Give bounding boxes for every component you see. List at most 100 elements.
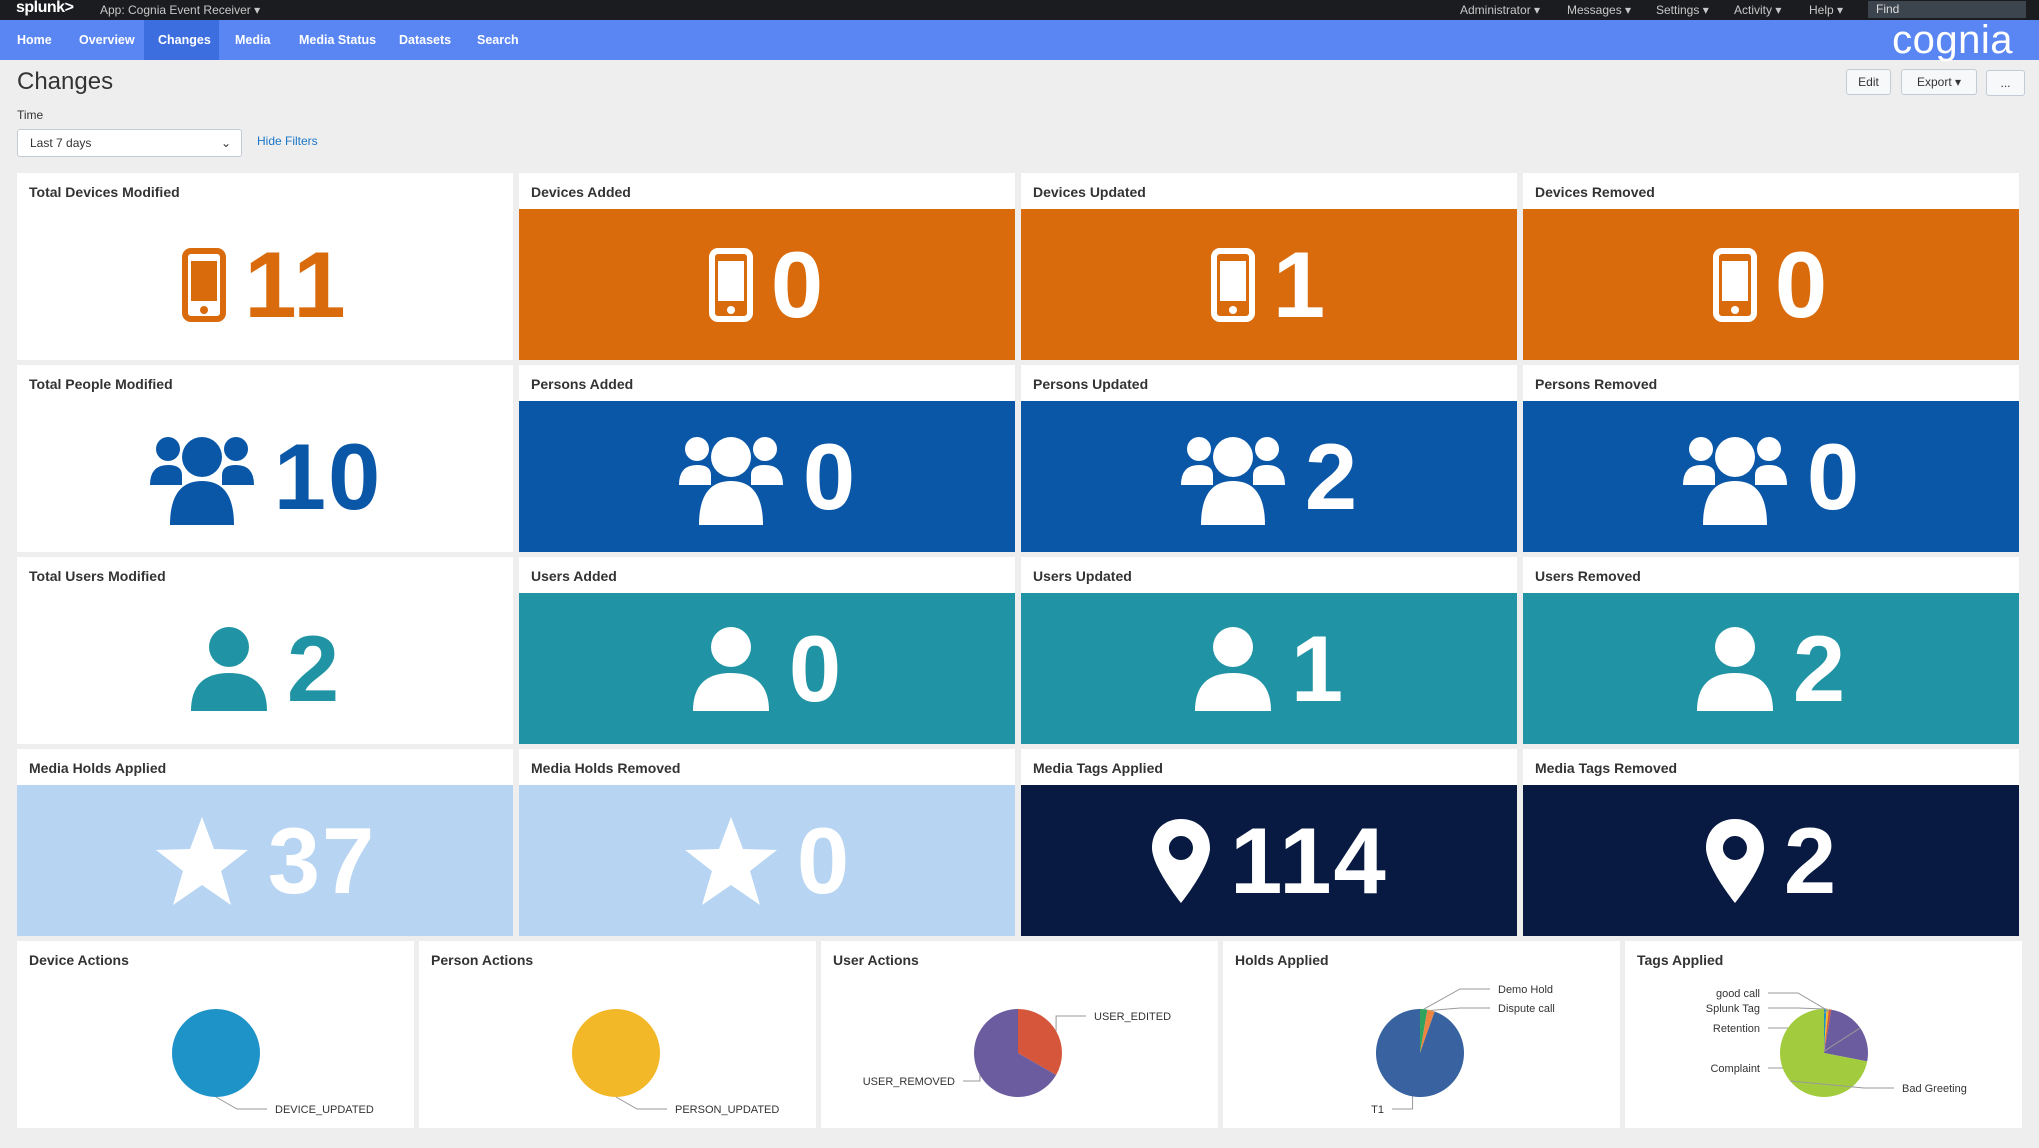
single-value[interactable]: 0 bbox=[519, 209, 1015, 360]
single-value[interactable]: 0 bbox=[1523, 401, 2019, 552]
panel-title: Devices Removed bbox=[1535, 184, 1655, 200]
panel-title: Total Users Modified bbox=[29, 568, 166, 584]
single-value[interactable]: 2 bbox=[17, 593, 513, 744]
single-value-number: 10 bbox=[273, 423, 383, 529]
single-value-number: 114 bbox=[1230, 807, 1388, 913]
single-value-number: 37 bbox=[267, 807, 377, 913]
export-button[interactable]: Export ▾ bbox=[1901, 69, 1977, 95]
single-value[interactable]: 0 bbox=[519, 785, 1015, 936]
group-icon bbox=[677, 427, 785, 527]
pie-label: DEVICE_UPDATED bbox=[275, 1104, 374, 1116]
pie-label: T1 bbox=[1371, 1104, 1384, 1116]
single-value-number: 0 bbox=[770, 231, 826, 337]
activity-menu[interactable]: Activity ▾ bbox=[1734, 3, 1781, 17]
administrator-menu[interactable]: Administrator ▾ bbox=[1460, 3, 1540, 17]
phone-icon bbox=[1210, 247, 1255, 322]
panel-total-devices-modified: Total Devices Modified 11 bbox=[17, 173, 513, 360]
single-value[interactable]: 0 bbox=[519, 593, 1015, 744]
hide-filters-link[interactable]: Hide Filters bbox=[257, 134, 318, 148]
pie-slice-device-updated[interactable] bbox=[172, 1009, 260, 1097]
pie-label: Retention bbox=[1713, 1023, 1760, 1035]
map-pin-icon bbox=[1150, 817, 1212, 905]
single-value[interactable]: 1 bbox=[1021, 593, 1517, 744]
pie-leader-line bbox=[1392, 1096, 1414, 1110]
single-value[interactable]: 0 bbox=[1523, 209, 2019, 360]
panel-total-people-modified: Total People Modified 10 bbox=[17, 365, 513, 552]
app-menu[interactable]: App: Cognia Event Receiver ▾ bbox=[100, 3, 260, 17]
pie-chart[interactable]: USER_EDITED USER_REMOVED bbox=[821, 941, 1218, 1128]
pie-chart[interactable]: good call Splunk Tag Retention Complaint Bad… bbox=[1625, 941, 2022, 1128]
single-value[interactable]: 114 bbox=[1021, 785, 1517, 936]
user-icon bbox=[1193, 625, 1273, 713]
single-value-number: 2 bbox=[286, 615, 342, 721]
pie-label: USER_REMOVED bbox=[863, 1076, 955, 1088]
panel-devices-added: Devices Added 0 bbox=[519, 173, 1015, 360]
nav-overview[interactable]: Overview bbox=[65, 20, 149, 60]
panel-total-users-modified: Total Users Modified 2 bbox=[17, 557, 513, 744]
help-menu[interactable]: Help ▾ bbox=[1809, 3, 1843, 17]
nav-changes[interactable]: Changes bbox=[144, 20, 219, 60]
pie-chart[interactable]: DEVICE_UPDATED bbox=[17, 941, 414, 1128]
panel-persons-added: Persons Added 0 bbox=[519, 365, 1015, 552]
nav-home[interactable]: Home bbox=[3, 20, 66, 60]
single-value-number: 0 bbox=[796, 807, 852, 913]
single-value-number: 1 bbox=[1290, 615, 1346, 721]
panel-title: Devices Added bbox=[531, 184, 631, 200]
panel-title: Media Tags Applied bbox=[1033, 760, 1163, 776]
panel-users-added: Users Added 0 bbox=[519, 557, 1015, 744]
pie-leader-line bbox=[1768, 1007, 1828, 1010]
pie-chart[interactable]: PERSON_UPDATED bbox=[419, 941, 816, 1128]
star-icon bbox=[683, 815, 779, 907]
messages-menu[interactable]: Messages ▾ bbox=[1567, 3, 1631, 17]
panel-media-tags-removed: Media Tags Removed 2 bbox=[1523, 749, 2019, 936]
splunk-logo[interactable]: splunk> bbox=[16, 0, 74, 17]
panel-title: Total People Modified bbox=[29, 376, 173, 392]
single-value-number: 0 bbox=[1806, 423, 1862, 529]
time-range-value: Last 7 days bbox=[30, 136, 92, 150]
single-value[interactable]: 37 bbox=[17, 785, 513, 936]
single-value[interactable]: 0 bbox=[519, 401, 1015, 552]
panel-title: Users Added bbox=[531, 568, 617, 584]
nav-media-status[interactable]: Media Status bbox=[285, 20, 390, 60]
pie-slice-t1[interactable] bbox=[1376, 1009, 1464, 1097]
single-value[interactable]: 2 bbox=[1523, 593, 2019, 744]
nav-search[interactable]: Search bbox=[463, 20, 533, 60]
single-value-number: 0 bbox=[802, 423, 858, 529]
more-actions-button[interactable]: ... bbox=[1986, 70, 2025, 96]
pie-leader-line bbox=[963, 1075, 981, 1082]
splunk-top-bar: splunk> App: Cognia Event Receiver ▾ Adm… bbox=[0, 0, 2039, 20]
user-icon bbox=[189, 625, 269, 713]
time-range-picker[interactable]: Last 7 days ⌄ bbox=[17, 129, 242, 157]
phone-icon bbox=[708, 247, 753, 322]
single-value[interactable]: 2 bbox=[1523, 785, 2019, 936]
nav-datasets[interactable]: Datasets bbox=[385, 20, 465, 60]
single-value[interactable]: 1 bbox=[1021, 209, 1517, 360]
user-icon bbox=[691, 625, 771, 713]
settings-menu[interactable]: Settings ▾ bbox=[1656, 3, 1709, 17]
chart-panel-holds-applied: Holds Applied Demo Hold Dispute call T1 bbox=[1223, 941, 1620, 1128]
pie-label: Complaint bbox=[1710, 1063, 1760, 1075]
find-input[interactable]: Find bbox=[1868, 1, 2026, 18]
pie-label: Bad Greeting bbox=[1902, 1083, 1967, 1095]
panel-title: Users Removed bbox=[1535, 568, 1641, 584]
app-nav-bar: Home Overview Changes Media Media Status… bbox=[0, 18, 2039, 62]
pie-chart[interactable]: Demo Hold Dispute call T1 bbox=[1223, 941, 1620, 1128]
pie-leader-line bbox=[615, 1096, 667, 1110]
panel-title: Media Tags Removed bbox=[1535, 760, 1678, 776]
single-value[interactable]: 2 bbox=[1021, 401, 1517, 552]
panel-media-holds-removed: Media Holds Removed 0 bbox=[519, 749, 1015, 936]
pie-leader-line bbox=[215, 1096, 267, 1110]
group-icon bbox=[1179, 427, 1287, 527]
single-value-number: 2 bbox=[1783, 807, 1839, 913]
pie-slice-person-updated[interactable] bbox=[572, 1009, 660, 1097]
panel-title: Persons Added bbox=[531, 376, 634, 392]
single-value[interactable]: 10 bbox=[17, 401, 513, 552]
edit-button[interactable]: Edit bbox=[1846, 69, 1891, 95]
panel-persons-updated: Persons Updated 2 bbox=[1021, 365, 1517, 552]
page-title: Changes bbox=[17, 68, 114, 95]
nav-media[interactable]: Media bbox=[221, 20, 284, 60]
pie-label: Demo Hold bbox=[1498, 984, 1553, 996]
chart-panel-user-actions: User Actions USER_EDITED USER_REMOVED bbox=[821, 941, 1218, 1128]
single-value[interactable]: 11 bbox=[17, 209, 513, 360]
pie-slice-complaint[interactable] bbox=[1824, 1009, 1868, 1062]
